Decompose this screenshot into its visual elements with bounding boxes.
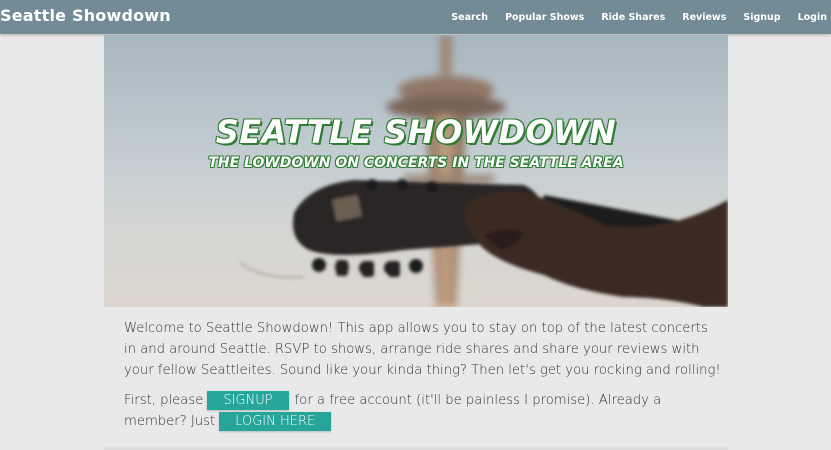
intro-paragraph: Welcome to Seattle Showdown! This app al… — [124, 321, 721, 378]
signup-button[interactable]: SIGNUP — [207, 391, 289, 410]
hero-banner: SEATTLE SHOWDOWN THE LOWDOWN ON CONCERTS… — [104, 35, 728, 307]
hero-background-image — [239, 35, 728, 307]
cta-middle-text: for a free account (it'll be painless I … — [124, 393, 662, 429]
brand-logo-text[interactable]: Seattle Showdown — [0, 6, 171, 25]
nav-link-search[interactable]: Search — [451, 12, 488, 23]
nav-link-ride-shares[interactable]: Ride Shares — [601, 12, 665, 23]
nav-link-popular-shows[interactable]: Popular Shows — [505, 12, 584, 23]
content-divider — [104, 446, 728, 450]
cta-paragraph: First, please SIGNUP for a free account (i… — [124, 390, 724, 432]
hero-subtitle: THE LOWDOWN ON CONCERTS IN THE SEATTLE A… — [208, 155, 624, 171]
intro-content: Welcome to Seattle Showdown! This app al… — [124, 318, 724, 441]
cta-prefix-text: First, please — [124, 393, 204, 408]
nav-links: Search Popular Shows Ride Shares Reviews… — [434, 0, 827, 34]
nav-link-signup[interactable]: Signup — [743, 12, 780, 23]
login-here-button[interactable]: LOGIN HERE — [219, 412, 332, 431]
hero-title: SEATTLE SHOWDOWN — [215, 113, 617, 151]
nav-link-reviews[interactable]: Reviews — [682, 12, 726, 23]
top-navbar: Seattle Showdown Search Popular Shows Ri… — [0, 0, 831, 34]
nav-link-login[interactable]: Login — [798, 12, 827, 23]
